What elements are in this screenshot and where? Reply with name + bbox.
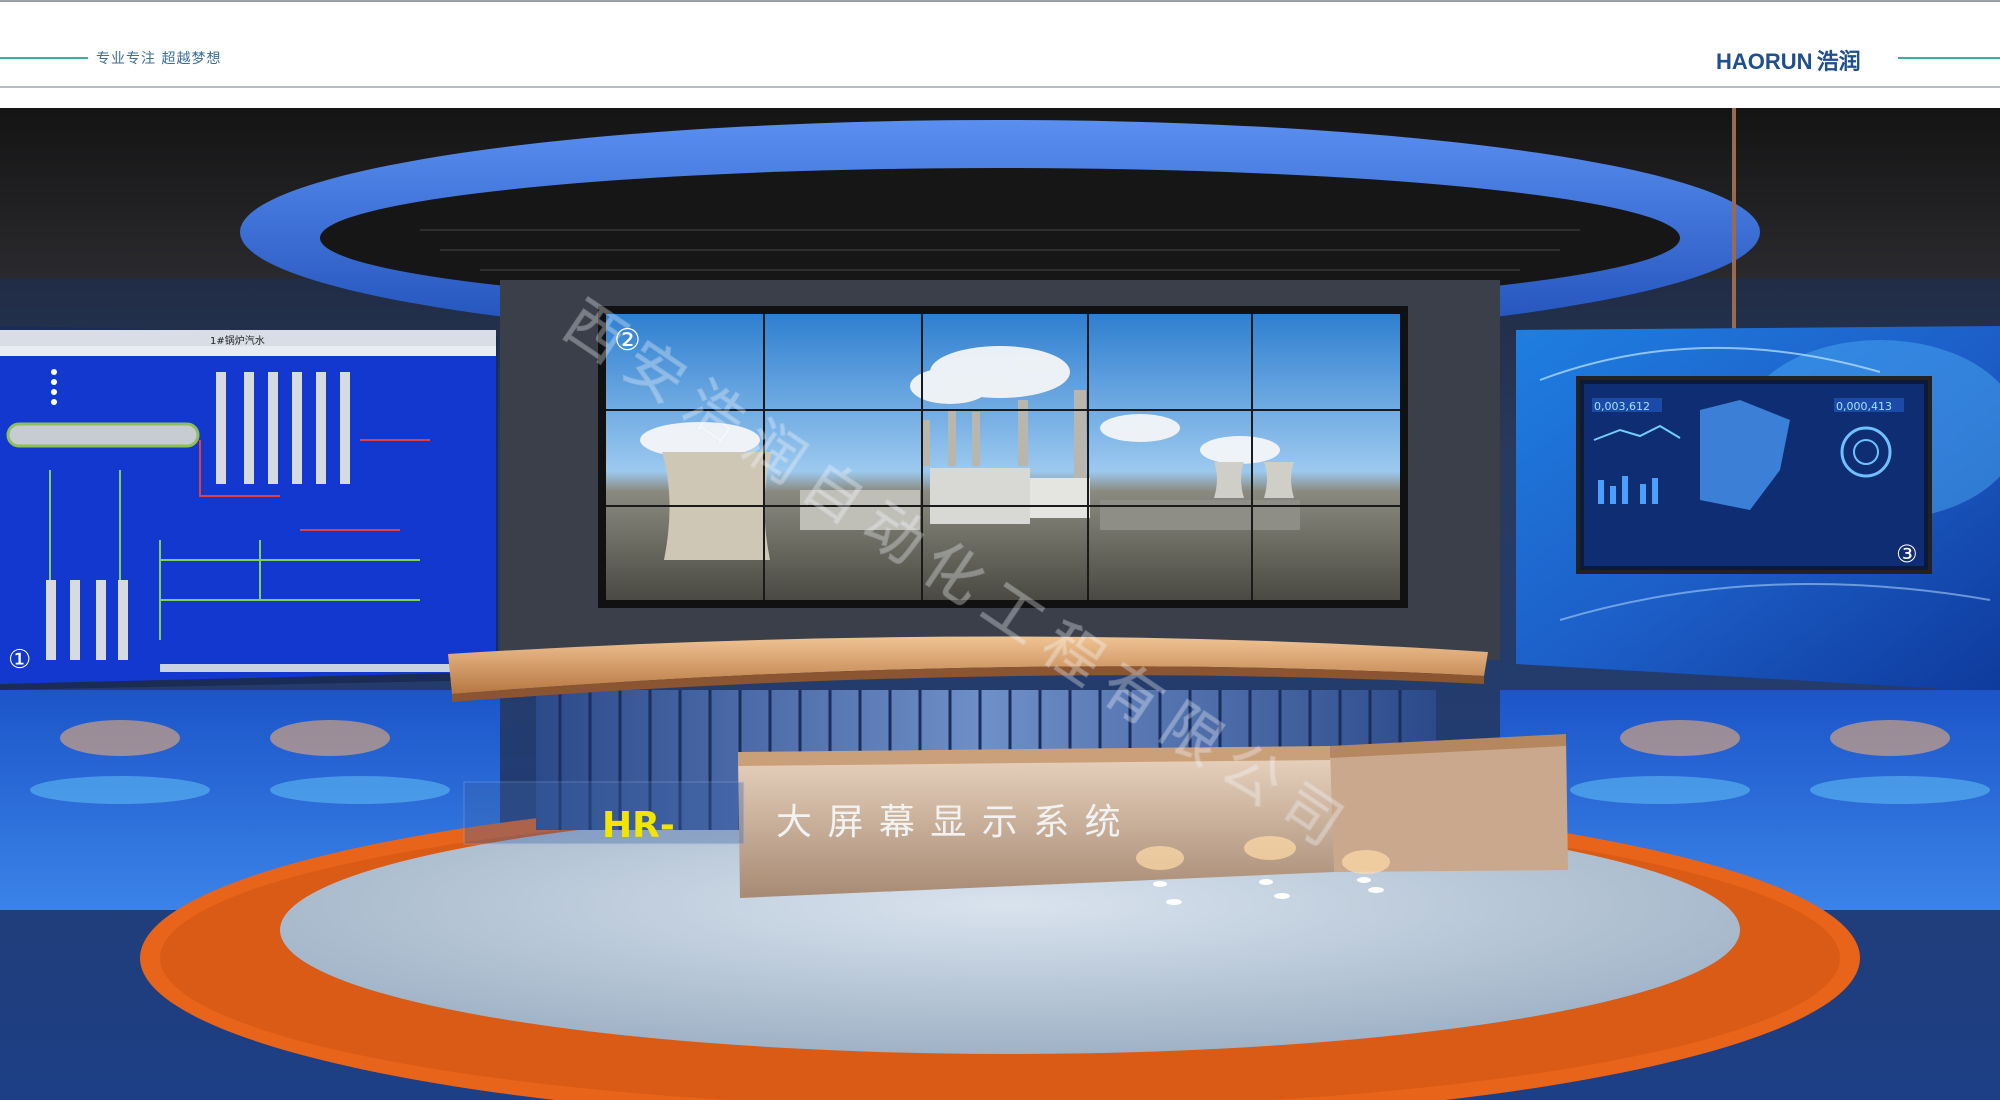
caption-prefix: HR- xyxy=(602,805,675,846)
logo-cn: 浩润 xyxy=(1816,49,1861,74)
header-accent-line-right xyxy=(1898,57,2000,59)
caption-title: 大 屏 幕 显 示 系 统 xyxy=(776,802,1123,843)
page-header: 专业专注 超越梦想 HAORUN 浩润 xyxy=(0,0,2000,88)
left-panel-title: 1#锅炉汽水 xyxy=(210,334,265,347)
left-scada-screen xyxy=(0,326,498,690)
logo-text: HAORUN xyxy=(1716,49,1813,74)
header-slogan: 专业专注 超越梦想 xyxy=(96,51,222,67)
header-bottom-line xyxy=(0,86,2000,88)
company-logo: HAORUN 浩润 xyxy=(1716,44,1861,76)
header-accent-line-left xyxy=(0,57,88,59)
scene-illustration: 1#锅炉汽水 ① 0,003,612 0,000,413 ③ ② HR- 大 屏… xyxy=(0,108,2000,1100)
left-screen-marker: ① xyxy=(8,645,31,675)
header-top-line xyxy=(0,0,2000,2)
dashboard-counter-right: 0,000,413 xyxy=(1836,400,1892,413)
center-video-wall xyxy=(598,306,1408,608)
control-room-render: 1#锅炉汽水 ① 0,003,612 0,000,413 ③ ② HR- 大 屏… xyxy=(0,108,2000,1100)
right-screen-marker: ③ xyxy=(1896,540,1918,568)
dashboard-counter-left: 0,003,612 xyxy=(1594,400,1650,413)
